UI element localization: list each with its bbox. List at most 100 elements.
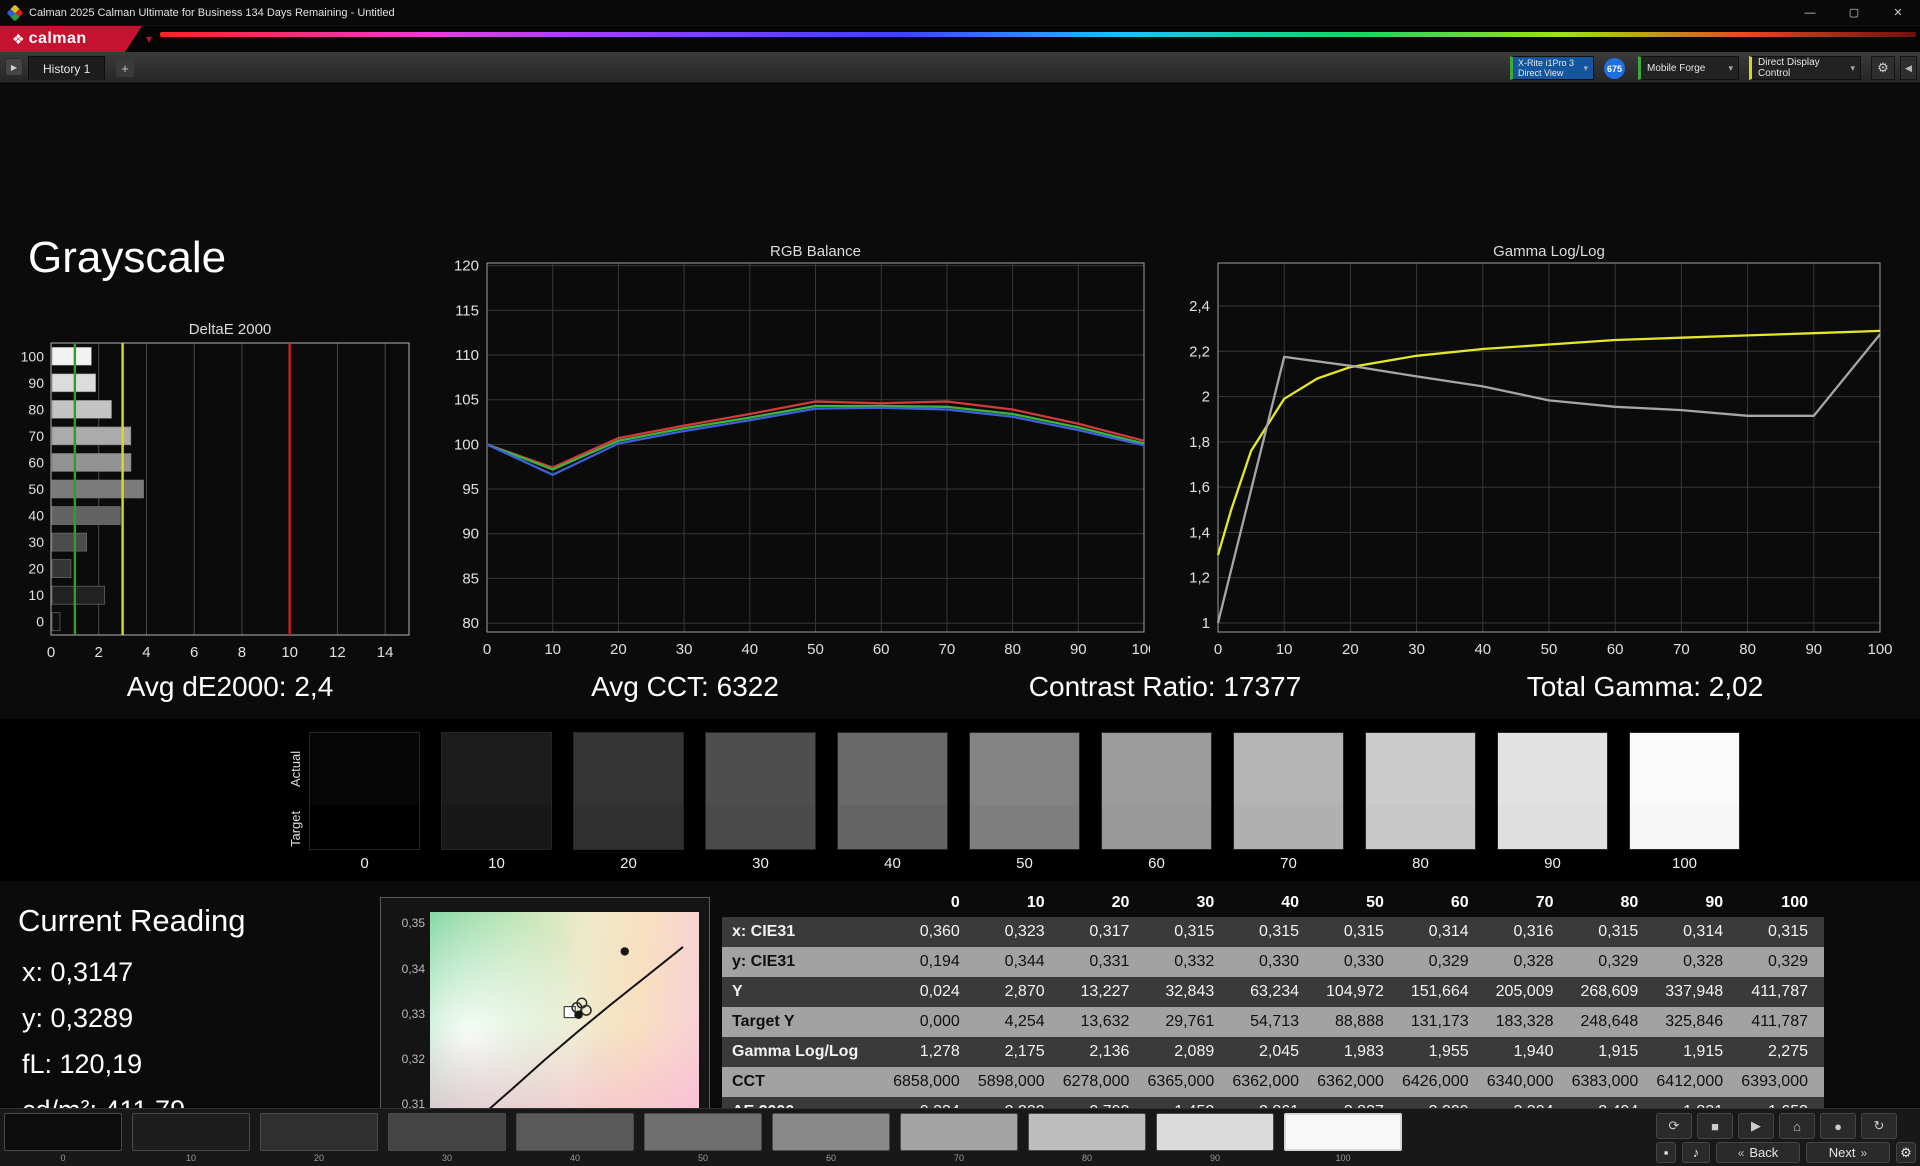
patch-button-30[interactable] (388, 1113, 506, 1151)
stat-avg-de2000: Avg dE2000: 2,4 (126, 671, 334, 702)
next-button[interactable]: Next » (1806, 1142, 1890, 1163)
column-header-60: 60 (1450, 894, 1469, 911)
row-label: Y (722, 977, 891, 1007)
patch-button-100[interactable] (1284, 1113, 1402, 1151)
panel-toggle-button[interactable]: ◀ (1900, 56, 1917, 80)
table-header-row: 0 10 20 30 40 50 60 70 80 90 100 (722, 889, 1824, 917)
add-tab-button[interactable]: + (116, 59, 134, 77)
patch-label-60: 60 (825, 1153, 836, 1163)
grayscale-swatch-strip: Actual Target 0 10 20 30 40 50 60 70 80 90 100 (0, 719, 1920, 881)
swatch-actual-80 (1366, 733, 1475, 805)
column-header-50: 50 (1366, 894, 1384, 911)
transport-stop-button[interactable]: ■ (1697, 1113, 1733, 1139)
table-row-y: Y 0,024 2,870 13,227 32,843 63,234 104,972 151,… (722, 977, 1824, 1007)
column-header-0: 0 (950, 894, 960, 911)
transport-record-button[interactable]: ● (1820, 1113, 1856, 1139)
x-tick-label: 30 (676, 641, 693, 658)
x-tick-label: 10 (281, 644, 298, 661)
column-header-70: 70 (1535, 894, 1554, 911)
minimize-button[interactable]: — (1788, 0, 1832, 25)
source-dropdown[interactable]: Mobile Forge ▾ (1638, 56, 1739, 80)
patch-button-50[interactable] (644, 1113, 762, 1151)
swatch-level-label: 90 (1544, 855, 1561, 872)
cie-y-tick-label: 0,35 (401, 916, 425, 930)
table-cell: 0,344 (975, 947, 1061, 977)
table-row-y-cie31: y: CIE31 0,194 0,344 0,331 0,332 0,330 0,330 0,… (722, 947, 1824, 977)
stat-contrast-ratio: Contrast Ratio: 17377 (1028, 671, 1302, 702)
deltae-chart-title: DeltaE 2000 (188, 321, 272, 338)
bottom-bar: ▪ ♪ « Back Next » ⚙ 0 10 20 30 40 50 60 70 80 90 1… (0, 1108, 1920, 1166)
x-tick-label: 4 (142, 644, 150, 661)
y-tick-label: 30 (28, 534, 44, 550)
maximize-button[interactable]: ▢ (1832, 0, 1876, 25)
patch-button-90[interactable] (1156, 1113, 1274, 1151)
table-cell: 0,328 (1654, 947, 1740, 977)
patch-button-40[interactable] (516, 1113, 634, 1151)
y-tick-label: 115 (455, 302, 479, 319)
transport-home-button[interactable]: ⌂ (1779, 1113, 1815, 1139)
logo-dropdown-caret[interactable]: ▾ (146, 32, 152, 46)
record-icon: ● (1834, 1118, 1842, 1134)
patch-button-0[interactable] (4, 1113, 122, 1151)
table-row-x-cie31: x: CIE31 0,360 0,323 0,317 0,315 0,315 0,315 0,… (722, 917, 1824, 947)
table-cell: 0,330 (1315, 947, 1400, 977)
x-tick-label: 80 (1739, 641, 1756, 658)
y-tick-label: 2 (1202, 389, 1210, 406)
gear-icon[interactable]: ⚙ (1871, 56, 1895, 80)
stat-avg-cct: Avg CCT: 6322 (591, 671, 779, 702)
table-cell: 6426,000 (1399, 1067, 1485, 1097)
swatch-actual-50 (970, 733, 1079, 805)
table-cell: 1,915 (1569, 1037, 1655, 1067)
patch-button-10[interactable] (132, 1113, 250, 1151)
rainbow-gradient-bar (160, 32, 1916, 37)
deltae-chart: 0 2 4 6 8 10 12 141009080706050403020100 (21, 342, 410, 661)
column-header-10: 10 (1026, 894, 1045, 911)
table-cell: 0,315 (1739, 917, 1824, 947)
patch-button-20[interactable] (260, 1113, 378, 1151)
transport-refresh-button[interactable]: ↻ (1861, 1113, 1897, 1139)
transport-settings-button[interactable]: ⚙ (1896, 1142, 1916, 1163)
tab-history-1[interactable]: History 1 (28, 56, 106, 80)
patch-label-30: 30 (441, 1153, 452, 1163)
display-control-dropdown[interactable]: Direct Display Control ▾ (1749, 56, 1861, 80)
page-title: Grayscale (28, 233, 227, 282)
meter-status-badge[interactable]: 675 (1604, 58, 1625, 79)
swatch-actual-70 (1234, 733, 1343, 805)
measurement-dot (574, 1010, 583, 1020)
meter-dropdown[interactable]: X-Rite i1Pro 3 Direct View ▾ (1510, 56, 1594, 80)
table-row-gamma-log-log: Gamma Log/Log 1,278 2,175 2,136 2,089 2,045 1,… (722, 1037, 1824, 1067)
grayscale-swatch-60 (1101, 732, 1212, 850)
deltae-bar-50 (51, 479, 144, 499)
chevron-down-icon: ▾ (1583, 62, 1588, 73)
column-header-90: 90 (1705, 894, 1724, 911)
grayscale-swatch-20 (573, 732, 684, 850)
back-button[interactable]: « Back (1716, 1142, 1800, 1163)
patch-label-90: 90 (1209, 1153, 1220, 1163)
transport-loop-button[interactable]: ⟳ (1656, 1113, 1692, 1139)
patch-button-60[interactable] (772, 1113, 890, 1151)
audio-icon: ♪ (1692, 1145, 1700, 1160)
table-cell: 6412,000 (1654, 1067, 1740, 1097)
patch-button-70[interactable] (900, 1113, 1018, 1151)
table-cell: 13,632 (1060, 1007, 1146, 1037)
audio-button[interactable]: ♪ (1682, 1142, 1710, 1163)
patch-button-80[interactable] (1028, 1113, 1146, 1151)
calman-logo[interactable]: ❖ calman (0, 26, 142, 52)
pattern-marker-button[interactable]: ▪ (1656, 1142, 1676, 1163)
swatch-level-label: 0 (360, 855, 369, 872)
table-cell: 1,278 (891, 1037, 976, 1067)
table-corner-cell (722, 889, 891, 917)
close-button[interactable]: ✕ (1876, 0, 1920, 25)
table-cell: 6362,000 (1315, 1067, 1400, 1097)
cie-overlay (477, 946, 684, 1119)
x-tick-label: 100 (1867, 641, 1892, 658)
transport-play-button[interactable]: ▶ (1738, 1113, 1774, 1139)
tab-expand-button[interactable]: ▶ (5, 58, 23, 76)
swatch-target-90 (1498, 804, 1607, 849)
x-tick-label: 20 (1342, 641, 1359, 658)
table-cell: 6858,000 (891, 1067, 976, 1097)
loop-icon: ⟳ (1668, 1118, 1680, 1133)
refresh-icon: ↻ (1873, 1118, 1885, 1133)
y-tick-label: 100 (454, 436, 479, 453)
patch-label-0: 0 (60, 1153, 66, 1163)
